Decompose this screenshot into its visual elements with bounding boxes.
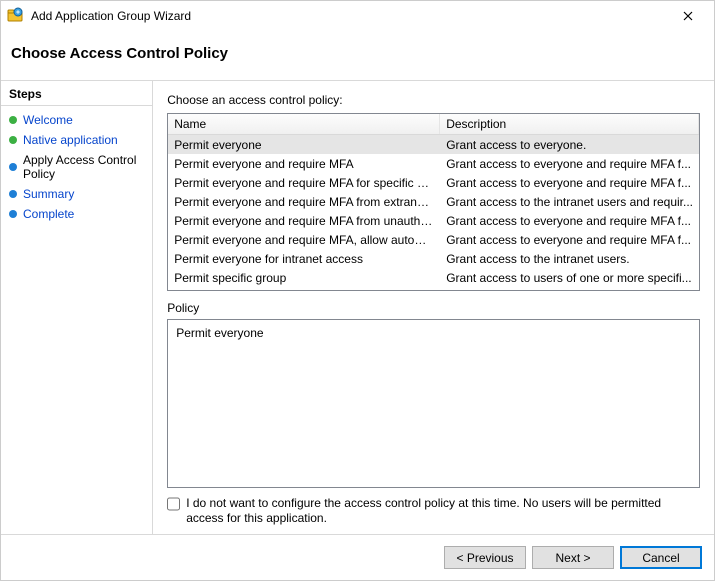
step-bullet-icon [9,163,17,171]
step-bullet-icon [9,210,17,218]
steps-header: Steps [1,87,152,106]
step-bullet-icon [9,116,17,124]
step-label: Apply Access Control Policy [23,153,144,181]
window-title: Add Application Group Wizard [31,9,668,23]
main-pane: Choose an access control policy: Name De… [153,81,714,534]
policy-row-name: Permit everyone and require MFA from una… [168,211,440,231]
wizard-window: Add Application Group Wizard Choose Acce… [0,0,715,581]
policy-row-name: Permit everyone and require MFA from ext… [168,192,440,212]
cancel-button[interactable]: Cancel [620,546,702,569]
step-item[interactable]: Native application [1,130,152,150]
wizard-footer: < Previous Next > Cancel [1,534,714,580]
policy-row[interactable]: Permit everyone and require MFA, allow a… [168,230,699,249]
policy-row-name: Permit everyone and require MFA for spec… [168,173,440,193]
policy-row-description: Grant access to everyone and require MFA… [440,173,699,193]
policy-row-description: Grant access to the intranet users. [440,249,699,269]
policy-row[interactable]: Permit everyone and require MFA from una… [168,211,699,230]
step-label[interactable]: Welcome [23,113,73,127]
policy-label: Policy [167,301,700,315]
close-button[interactable] [668,2,708,30]
policy-row[interactable]: Permit everyoneGrant access to everyone. [168,135,699,154]
policy-row-description: Grant access to users of one or more spe… [440,268,699,288]
skip-policy-option: I do not want to configure the access co… [167,496,700,526]
choose-policy-label: Choose an access control policy: [167,93,700,107]
policy-row-name: Permit everyone [168,135,440,155]
policy-list[interactable]: Name Description Permit everyoneGrant ac… [167,113,700,291]
policy-row-description: Grant access to the intranet users and r… [440,192,699,212]
next-button[interactable]: Next > [532,546,614,569]
page-title: Choose Access Control Policy [11,45,704,62]
step-bullet-icon [9,190,17,198]
step-label[interactable]: Summary [23,187,74,201]
close-icon [683,11,693,21]
page-header: Choose Access Control Policy [1,31,714,80]
policy-row-name: Permit everyone for intranet access [168,249,440,269]
skip-policy-checkbox[interactable] [167,497,180,511]
step-bullet-icon [9,136,17,144]
step-label[interactable]: Native application [23,133,118,147]
policy-row-description: Grant access to everyone and require MFA… [440,211,699,231]
policy-row-name: Permit everyone and require MFA, allow a… [168,230,440,250]
policy-row-description: Grant access to everyone. [440,135,699,155]
wizard-body: Steps Welcome Native application Apply Acc… [1,80,714,534]
policy-row[interactable]: Permit specific groupGrant access to use… [168,268,699,287]
previous-button[interactable]: < Previous [444,546,526,569]
titlebar: Add Application Group Wizard [1,1,714,31]
step-item[interactable]: Summary [1,184,152,204]
policy-row[interactable]: Permit everyone and require MFA for spec… [168,173,699,192]
step-item[interactable]: Welcome [1,110,152,130]
list-header: Name Description [168,114,699,135]
policy-preview: Permit everyone [167,319,700,488]
step-item: Apply Access Control Policy [1,150,152,184]
policy-row[interactable]: Permit everyone for intranet accessGrant… [168,249,699,268]
column-header-name[interactable]: Name [168,114,440,134]
step-item[interactable]: Complete [1,204,152,224]
column-header-description[interactable]: Description [440,114,699,134]
policy-row-description: Grant access to everyone and require MFA… [440,154,699,174]
policy-row[interactable]: Permit everyone and require MFA from ext… [168,192,699,211]
policy-row-name: Permit everyone and require MFA [168,154,440,174]
skip-policy-label[interactable]: I do not want to configure the access co… [186,496,700,526]
step-label[interactable]: Complete [23,207,74,221]
policy-row-name: Permit specific group [168,268,440,288]
policy-row-description: Grant access to everyone and require MFA… [440,230,699,250]
policy-row[interactable]: Permit everyone and require MFAGrant acc… [168,154,699,173]
steps-sidebar: Steps Welcome Native application Apply Acc… [1,81,153,534]
policy-preview-text: Permit everyone [176,326,263,340]
app-icon [7,7,25,25]
